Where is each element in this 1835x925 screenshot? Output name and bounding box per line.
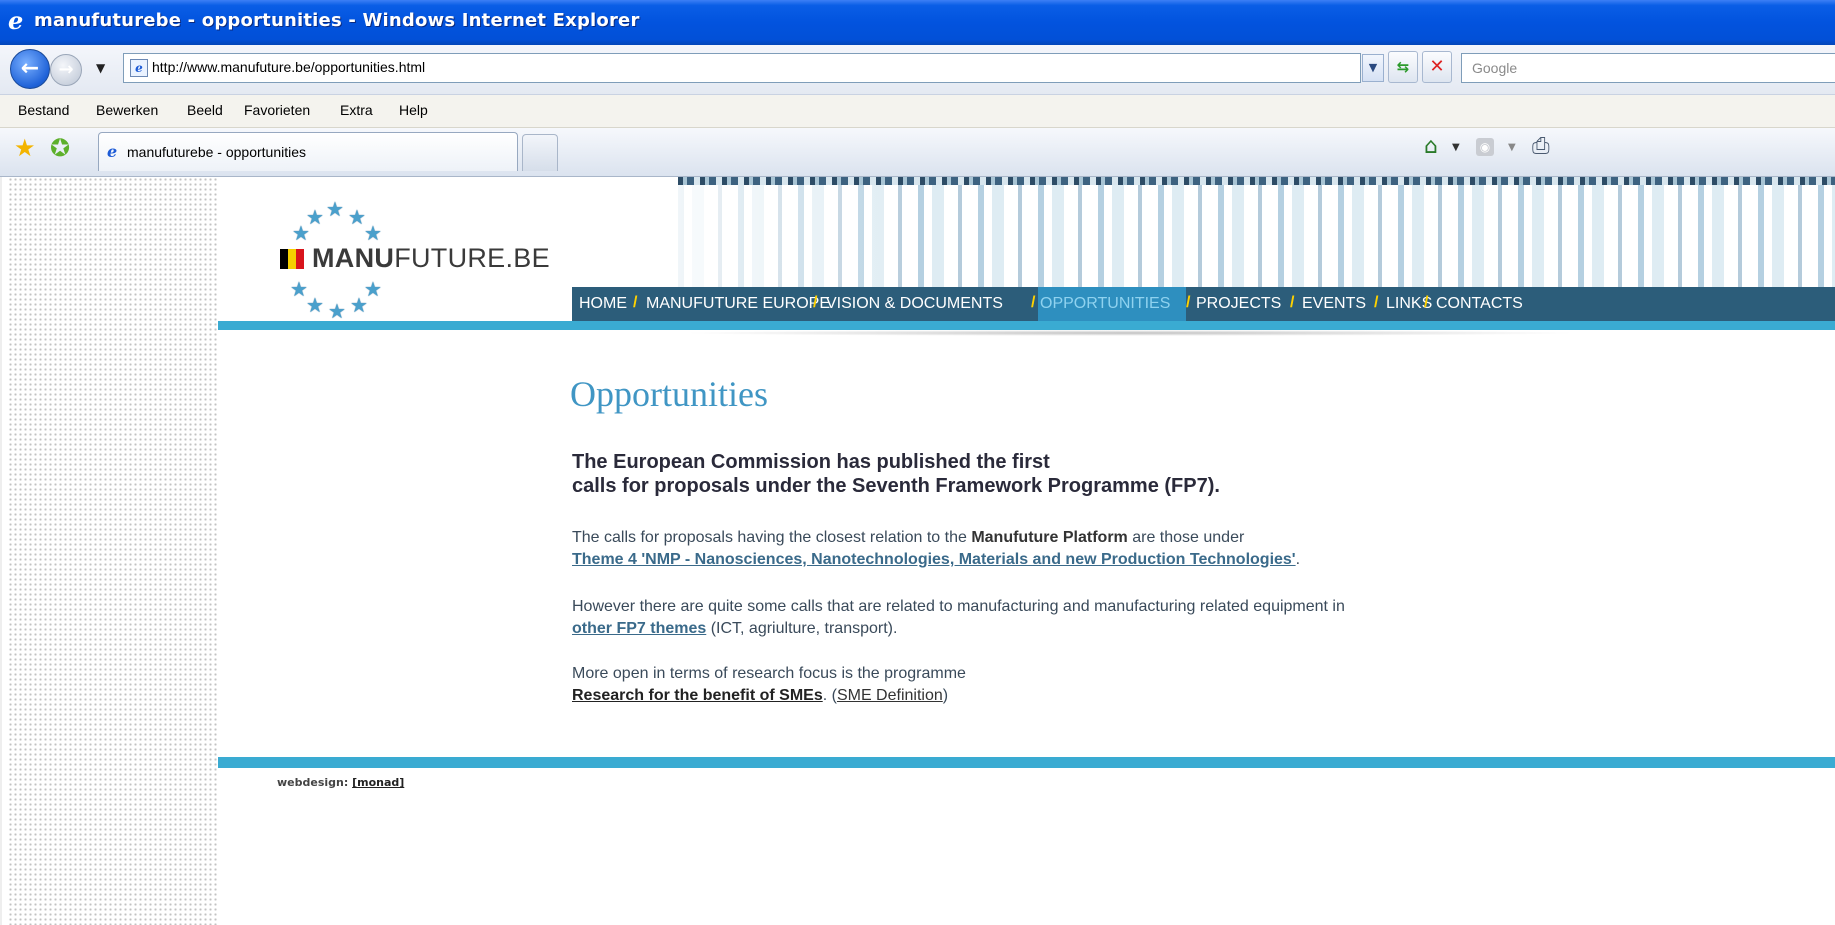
window-title-bar[interactable]: e manufuturebe - opportunities - Windows… (0, 0, 1835, 45)
nav-separator: / (1424, 294, 1429, 311)
page-icon: e (130, 59, 148, 77)
p1-text: The calls for proposals having the close… (572, 529, 972, 546)
p1-bold: Manufuture Platform (971, 529, 1128, 546)
back-button[interactable]: ← (10, 49, 50, 89)
internet-explorer-icon: e (8, 6, 24, 35)
other-fp7-themes-link[interactable]: other FP7 themes (572, 620, 706, 637)
menu-extra[interactable]: Extra (340, 102, 373, 118)
header-shadow (680, 330, 1580, 336)
feed-icon[interactable]: ◉ (1476, 138, 1494, 156)
tab-page-icon: e (107, 142, 118, 161)
address-input[interactable]: e http://www.manufuture.be/opportunities… (123, 53, 1361, 83)
menu-beeld[interactable]: Beeld (187, 102, 223, 118)
nav-events[interactable]: EVENTS (1302, 295, 1366, 313)
footer-accent-bar (218, 757, 1835, 768)
paragraph-3: More open in terms of research focus is … (572, 663, 966, 707)
page-title: Opportunities (570, 374, 768, 414)
favorites-star-icon[interactable]: ★ (14, 136, 36, 160)
tab-bar: ★ ✪ e manufuturebe - opportunities ⌂ ▼ ◉… (0, 128, 1835, 177)
nav-separator: / (633, 294, 638, 311)
stop-button[interactable]: ✕ (1422, 51, 1452, 83)
nav-contacts[interactable]: CONTACTS (1436, 295, 1523, 313)
p2-text: However there are quite some calls that … (572, 598, 1345, 615)
nav-opportunities[interactable]: OPPORTUNITIES (1040, 295, 1170, 313)
home-icon[interactable]: ⌂ (1424, 136, 1438, 158)
belgian-flag-icon (280, 249, 306, 269)
refresh-button[interactable]: ⇆ (1388, 51, 1418, 83)
new-tab-button[interactable] (522, 134, 558, 171)
menu-bar: Bestand Bewerken Beeld Favorieten Extra … (0, 95, 1835, 128)
nav-separator: / (1186, 294, 1191, 311)
footer-label: webdesign: (277, 776, 353, 789)
nav-manufuture-europe[interactable]: MANUFUTURE EUROPE (646, 295, 830, 313)
search-input[interactable]: Google (1461, 53, 1835, 83)
theme4-nmp-link[interactable]: Theme 4 'NMP - Nanosciences, Nanotechnol… (572, 551, 1296, 568)
history-dropdown-icon[interactable]: ▼ (96, 61, 105, 75)
menu-bestand[interactable]: Bestand (18, 102, 69, 118)
menu-bewerken[interactable]: Bewerken (96, 102, 158, 118)
p3-end: ) (942, 687, 949, 704)
window-title: manufuturebe - opportunities - Windows I… (34, 10, 640, 31)
tab-label: manufuturebe - opportunities (127, 144, 306, 160)
research-smes-link[interactable]: Research for the benefit of SMEs (572, 687, 823, 704)
nav-vision-documents[interactable]: VISION & DOCUMENTS (826, 295, 1003, 313)
nav-separator: / (1031, 294, 1036, 311)
print-icon[interactable]: ⎙ (1532, 136, 1550, 158)
paragraph-2: However there are quite some calls that … (572, 596, 1345, 640)
banner-top-stripe (678, 177, 1835, 185)
tab-opportunities[interactable]: e manufuturebe - opportunities (98, 132, 518, 171)
feed-dropdown-icon[interactable]: ▼ (1508, 142, 1516, 153)
address-toolbar: ← → ▼ e http://www.manufuture.be/opportu… (0, 45, 1835, 95)
nav-home[interactable]: HOME (579, 295, 627, 313)
lead-line-1: The European Commission has published th… (572, 451, 1050, 473)
sme-definition-link[interactable]: SME Definition (837, 687, 943, 704)
p1-end: . (1295, 551, 1301, 568)
lead-text: The European Commission has published th… (572, 450, 1220, 498)
site-logo[interactable]: MANUFUTURE.BE (312, 243, 550, 274)
header-accent-bar (218, 321, 1835, 330)
p2-end: (ICT, agriulture, transport). (706, 620, 898, 637)
nav-projects[interactable]: PROJECTS (1196, 295, 1281, 313)
footer-credit: webdesign: [monad] (277, 776, 404, 789)
nav-separator: / (1374, 294, 1379, 311)
search-placeholder: Google (1472, 60, 1518, 76)
site-nav: HOME / MANUFUTURE EUROPE / VISION & DOCU… (572, 287, 1835, 322)
logo-bold: MANU (312, 243, 395, 273)
p1-text2: are those under (1127, 529, 1245, 546)
monad-link[interactable]: [monad] (352, 776, 404, 789)
p3-text: More open in terms of research focus is … (572, 665, 966, 682)
forward-arrow-icon: → (58, 59, 74, 80)
address-dropdown-button[interactable]: ▼ (1362, 54, 1384, 82)
nav-separator: / (813, 294, 818, 311)
back-arrow-icon: ← (20, 56, 40, 81)
p3-mid: . ( (822, 687, 837, 704)
lead-line-2: calls for proposals under the Seventh Fr… (572, 475, 1220, 497)
nav-separator: / (1290, 294, 1295, 311)
paragraph-1: The calls for proposals having the close… (572, 527, 1300, 571)
address-url[interactable]: http://www.manufuture.be/opportunities.h… (152, 59, 425, 75)
home-dropdown-icon[interactable]: ▼ (1452, 142, 1460, 153)
logo-light: FUTURE.BE (394, 243, 550, 273)
forward-button[interactable]: → (50, 54, 82, 86)
left-dotted-pane (0, 177, 218, 925)
menu-favorieten[interactable]: Favorieten (244, 102, 310, 118)
menu-help[interactable]: Help (399, 102, 428, 118)
add-favorites-icon[interactable]: ✪ (50, 136, 70, 160)
